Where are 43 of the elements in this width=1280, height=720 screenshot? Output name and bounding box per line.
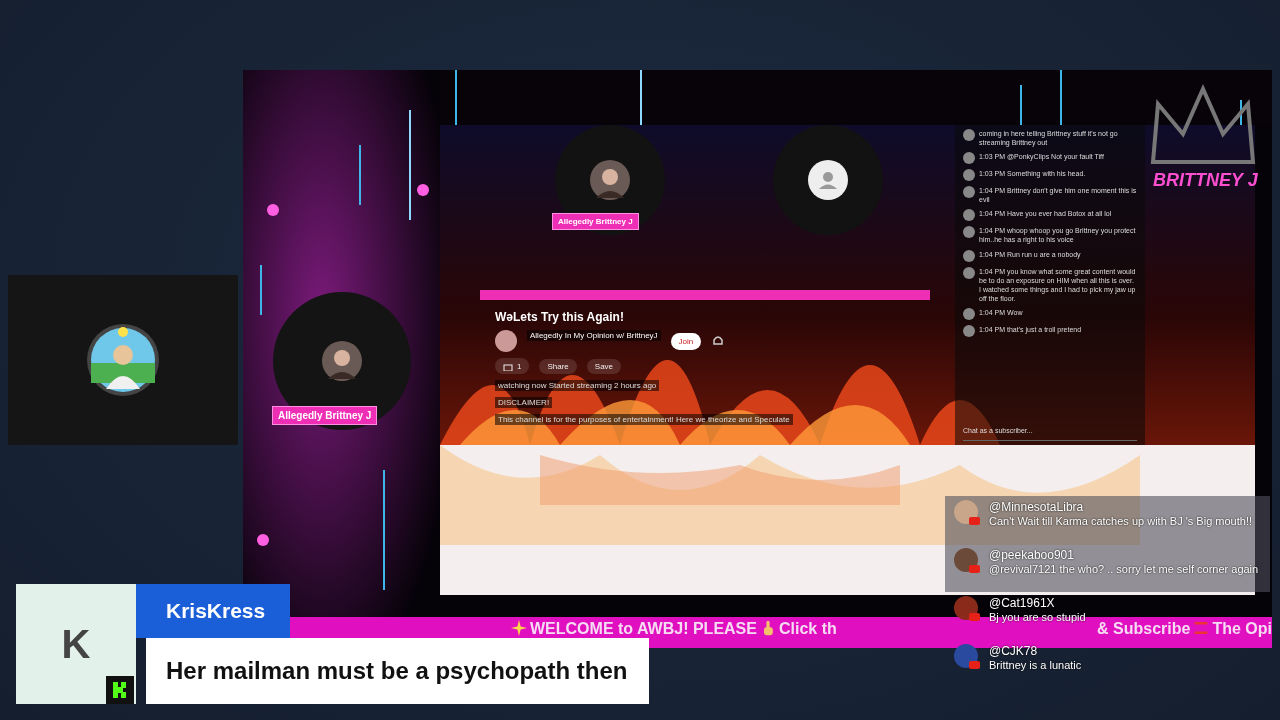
avatar-icon bbox=[963, 209, 975, 222]
avatar-icon bbox=[963, 186, 975, 199]
action-button[interactable]: Save bbox=[586, 358, 622, 374]
avatar-icon bbox=[953, 548, 981, 576]
video-title: WəLets Try this Again! bbox=[495, 310, 625, 324]
avatar-initial: K bbox=[61, 621, 91, 667]
avatar-icon bbox=[963, 307, 975, 320]
avatar-icon bbox=[590, 160, 630, 200]
channel-avatar bbox=[495, 330, 517, 352]
chat-message: Brittney is a lunatic bbox=[989, 658, 1082, 673]
bell-icon[interactable] bbox=[711, 334, 726, 348]
chat-author: @CJK78 bbox=[989, 644, 1039, 658]
action-button[interactable]: Share bbox=[539, 358, 577, 374]
ticker-text: & Subscribe bbox=[1097, 619, 1191, 638]
avatar-icon bbox=[963, 226, 975, 239]
like-button[interactable]: 1 bbox=[495, 358, 530, 374]
ticker-text: Click th bbox=[778, 619, 837, 638]
sparkle-icon bbox=[511, 620, 527, 636]
user-icon bbox=[808, 160, 848, 200]
author-name: KrisKress bbox=[136, 584, 290, 638]
channel-name: Allegedly In My Opinion w/ BrittneyJ bbox=[527, 330, 661, 341]
chat-author: @peekaboo901 bbox=[989, 548, 1075, 562]
brand-name: BRITTNEY J bbox=[1153, 170, 1258, 191]
stream-status: watching now Started streaming 2 hours ago bbox=[495, 380, 660, 391]
chat-message: Can't Wait till Karma catches up with BJ 's Big mouth!! bbox=[989, 514, 1252, 529]
avatar-icon bbox=[963, 266, 975, 279]
host-label: Allegedly Brittney J bbox=[552, 213, 639, 230]
avatar-icon bbox=[963, 129, 975, 141]
description-text: This channel is for the purposes of entertainment! Here we theorize and Speculate bbox=[495, 414, 793, 425]
chat-author: @MinnesotaLibra bbox=[989, 500, 1085, 514]
chat-author: @Cat1961X bbox=[989, 596, 1056, 610]
avatar-icon bbox=[953, 644, 981, 672]
disclaimer-heading: DISCLAIMER! bbox=[495, 397, 553, 408]
avatar-icon bbox=[963, 169, 975, 182]
avatar-icon bbox=[963, 324, 975, 337]
logo-icon bbox=[106, 676, 134, 704]
ticker-text: WELCOME to AWBJ! PLEASE bbox=[530, 619, 757, 638]
avatar-icon bbox=[963, 152, 975, 165]
avatar-icon bbox=[953, 500, 981, 528]
avatar-icon bbox=[953, 596, 981, 624]
comment-text: Her mailman must be a psychopath then bbox=[146, 638, 649, 704]
avatar-icon bbox=[963, 249, 975, 262]
ticker-text: The Opi bbox=[1212, 619, 1272, 638]
